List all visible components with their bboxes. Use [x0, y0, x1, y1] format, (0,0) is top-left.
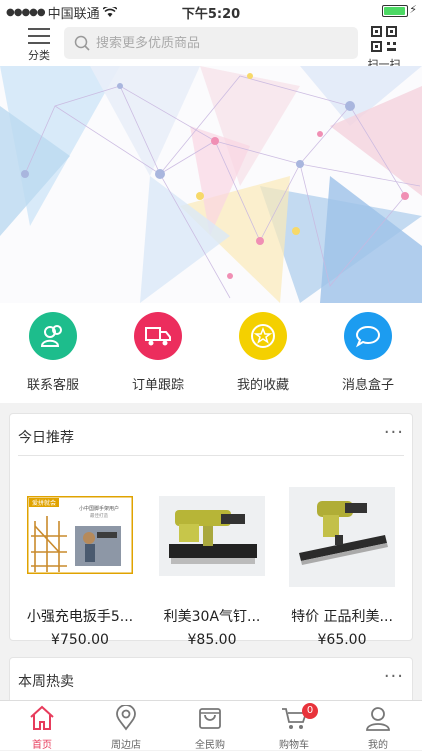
more-options-icon[interactable]: ···: [384, 422, 404, 443]
section-title: 本周热卖: [18, 674, 74, 690]
shortcut-favorites[interactable]: 我的收藏: [213, 312, 313, 393]
tab-home[interactable]: 首页: [0, 705, 84, 751]
product-price: ¥750.00: [51, 632, 109, 648]
tab-profile[interactable]: 我的: [336, 705, 420, 751]
promo-banner[interactable]: [0, 66, 422, 303]
bottom-tab-bar: 首页 周边店 全民购 0 购物车 我的: [0, 700, 422, 751]
shortcut-circle: [344, 312, 392, 360]
shopping-bag-icon: [199, 708, 221, 729]
menu-icon: [28, 28, 50, 44]
tab-label: 首页: [32, 740, 52, 751]
tab-label: 购物车: [279, 740, 309, 751]
product-item[interactable]: 爱拼就会 小中国脚手架用户 最佳打造 小强充电扳手5... ¥750.00: [15, 484, 145, 648]
truck-icon: [145, 327, 171, 346]
thumb-badge-text: 爱拼就会: [32, 499, 56, 507]
top-bar: 分类 扫一扫: [0, 22, 422, 71]
shortcut-messages[interactable]: 消息盒子: [318, 312, 418, 393]
shortcut-circle: [239, 312, 287, 360]
banner-graphic: [0, 66, 422, 303]
product-price: ¥85.00: [187, 632, 237, 648]
thumb-caption-top: 小中国脚手架用户: [79, 505, 119, 512]
more-options-icon[interactable]: ···: [384, 666, 404, 687]
product-list: 爱拼就会 小中国脚手架用户 最佳打造 小强充电扳手5... ¥750.00 利美…: [10, 456, 412, 648]
scan-button[interactable]: 扫一扫: [366, 26, 402, 71]
tab-nearby-stores[interactable]: 周边店: [84, 704, 168, 751]
product-image: 爱拼就会 小中国脚手架用户 最佳打造: [25, 484, 135, 590]
category-button[interactable]: 分类: [24, 26, 54, 64]
shortcut-label: 联系客服: [26, 378, 79, 393]
search-input[interactable]: [96, 35, 336, 51]
search-icon: [74, 35, 90, 51]
battery-icon: [382, 5, 408, 17]
category-label: 分类: [28, 49, 50, 62]
star-icon: [251, 324, 275, 348]
charging-bolt-icon: ⚡: [409, 3, 417, 16]
home-icon: [30, 705, 54, 730]
product-item[interactable]: 利美30A气钉... ¥85.00: [147, 484, 277, 648]
shortcut-label: 订单跟踪: [131, 378, 184, 393]
shortcut-label: 消息盒子: [341, 378, 394, 393]
product-name: 小强充电扳手5...: [26, 609, 134, 625]
tab-cart[interactable]: 0 购物车: [252, 703, 336, 751]
shortcut-grid: 联系客服 订单跟踪 我的收藏 消息盒子: [0, 303, 422, 403]
recommend-header: 今日推荐 ···: [18, 414, 404, 456]
thumb-caption-sub: 最佳打造: [90, 512, 108, 519]
tab-label: 周边店: [111, 740, 141, 751]
location-pin-icon: [116, 704, 136, 731]
hot-header: 本周热卖 ···: [18, 658, 404, 700]
product-name: 特价 正品利美...: [291, 609, 393, 625]
user-icon: [366, 707, 390, 731]
clock: 下午5:20: [181, 7, 241, 22]
shortcut-circle: [134, 312, 182, 360]
product-image: [289, 484, 395, 590]
product-item[interactable]: 特价 正品利美... ¥65.00: [277, 484, 407, 648]
chat-bubble-icon: [355, 325, 381, 348]
shortcut-order-tracking[interactable]: 订单跟踪: [108, 312, 208, 393]
cart-count-badge: 0: [302, 703, 318, 719]
recommend-card: 今日推荐 ··· 爱拼就会 小中国脚手架用户 最佳打造 小强充电扳手5... ¥…: [9, 413, 413, 648]
status-bar: ●●●●● 中国联通 下午5:20 ⚡: [0, 0, 422, 22]
product-name: 利美30A气钉...: [163, 609, 261, 625]
customer-service-icon: [40, 325, 62, 347]
search-bar[interactable]: [64, 27, 358, 59]
tab-label: 全民购: [195, 740, 225, 751]
shortcut-customer-service[interactable]: 联系客服: [3, 312, 103, 393]
product-price: ¥65.00: [317, 632, 367, 648]
qr-code-icon: [371, 26, 397, 52]
tab-group-buy[interactable]: 全民购: [168, 705, 252, 751]
product-image: [159, 484, 265, 590]
shortcut-label: 我的收藏: [236, 378, 289, 393]
tab-label: 我的: [368, 740, 388, 751]
section-title: 今日推荐: [18, 430, 74, 446]
shortcut-circle: [29, 312, 77, 360]
